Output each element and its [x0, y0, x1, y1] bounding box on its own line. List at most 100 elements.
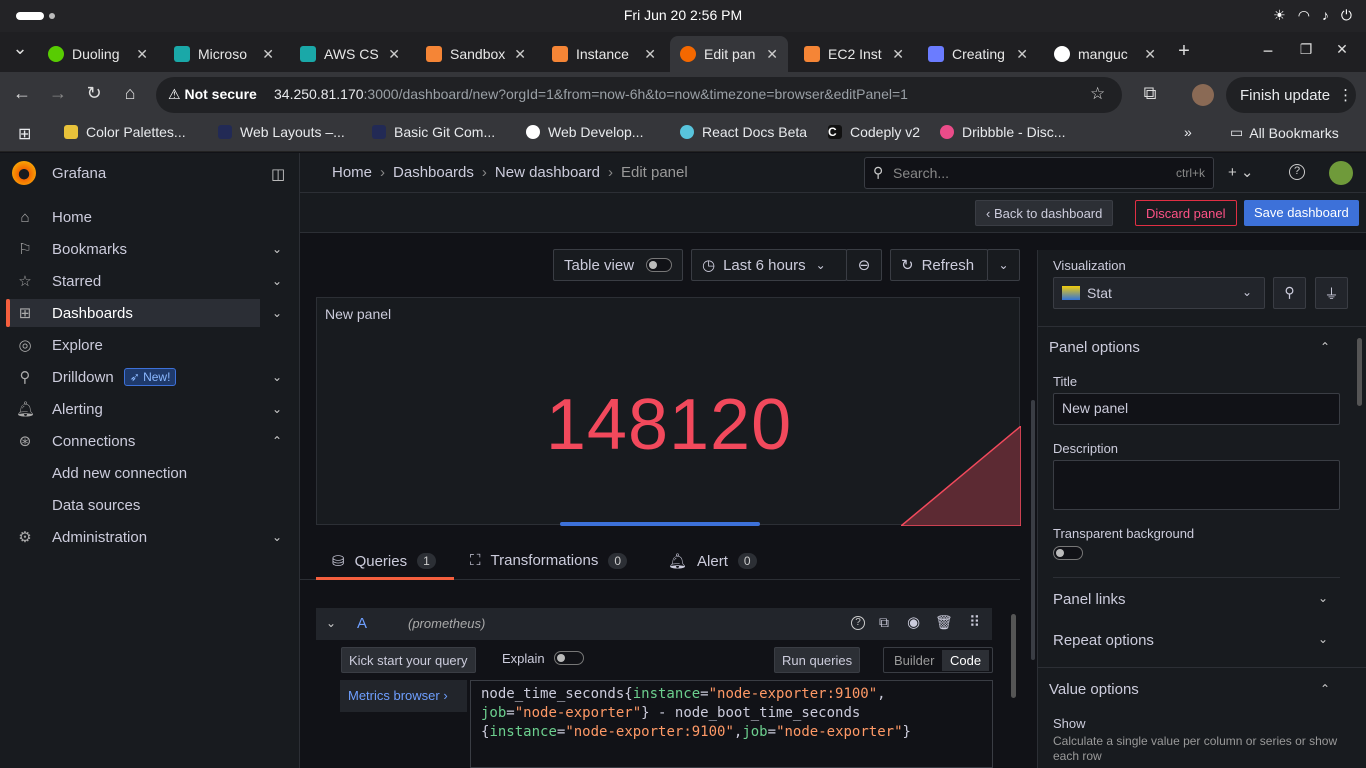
builder-mode-option[interactable]: Builder — [894, 653, 934, 668]
browser-tab[interactable]: Instance ✕ — [542, 36, 666, 72]
new-tab-plus-icon[interactable]: + — [1172, 40, 1196, 63]
nav-data-sources[interactable]: Data sources — [6, 491, 260, 519]
nav-home[interactable]: ⌂ Home — [6, 203, 260, 231]
browser-tab[interactable]: Duoling ✕ — [38, 36, 158, 72]
save-dashboard-button[interactable]: Save dashboard — [1244, 200, 1359, 226]
all-bookmarks-folder[interactable]: ▭ All Bookmarks — [1230, 124, 1339, 141]
bookmark-item[interactable]: Basic Git Com... — [372, 124, 495, 140]
close-icon[interactable]: ✕ — [388, 46, 400, 63]
chevron-down-icon[interactable]: ⌄ — [272, 402, 282, 416]
browser-tab[interactable]: AWS CS ✕ — [290, 36, 410, 72]
transparent-background-toggle[interactable] — [1053, 546, 1083, 560]
duplicate-icon[interactable]: ⧉ — [879, 614, 889, 631]
search-input[interactable]: ⚲ Search... ctrl+k — [864, 157, 1214, 189]
eye-icon[interactable]: ◉ — [907, 613, 920, 631]
help-icon[interactable]: ? — [1289, 164, 1305, 180]
tab-alert[interactable]: 🔔︎ Alert 0 — [668, 552, 757, 570]
browser-tab[interactable]: Sandbox ✕ — [416, 36, 536, 72]
breadcrumb-new-dashboard[interactable]: New dashboard — [495, 164, 600, 181]
table-view-toggle[interactable]: Table view — [553, 249, 683, 281]
nav-starred[interactable]: ☆ Starred — [6, 267, 260, 295]
close-icon[interactable]: ✕ — [892, 46, 904, 63]
close-icon[interactable]: ✕ — [262, 46, 274, 63]
bookmark-star-icon[interactable]: ☆ — [1090, 84, 1105, 104]
promql-code-editor[interactable]: node_time_seconds{instance="node-exporte… — [470, 680, 993, 768]
chevron-down-icon[interactable]: ⌄ — [272, 306, 282, 320]
nav-add-new-connection[interactable]: Add new connection — [6, 459, 260, 487]
system-tray[interactable]: ☀ ◠ ♪ ⏻ — [1273, 7, 1352, 24]
refresh-interval-dropdown[interactable]: ⌄ — [987, 249, 1020, 281]
add-new-plus-icon[interactable]: + ⌄ — [1228, 163, 1254, 181]
description-textarea[interactable] — [1053, 460, 1340, 510]
bookmark-item[interactable]: Web Layouts –... — [218, 124, 345, 140]
home-icon[interactable]: ⌂ — [118, 83, 142, 104]
tab-search-icon[interactable]: ⌄ — [8, 38, 32, 59]
browser-tab-active[interactable]: Edit pan ✕ — [670, 36, 788, 72]
chevron-up-icon[interactable]: ⌃ — [272, 434, 282, 448]
chevron-down-icon[interactable]: ⌄ — [1318, 591, 1328, 605]
value-options-header[interactable]: Value options — [1049, 681, 1139, 698]
nav-drilldown[interactable]: ⚲ Drilldown ➶ New! — [6, 363, 260, 391]
toggle-switch[interactable] — [646, 258, 672, 272]
query-ref-id[interactable]: A — [357, 615, 367, 632]
close-icon[interactable]: ✕ — [1144, 46, 1156, 63]
browser-tab[interactable]: Microso ✕ — [164, 36, 284, 72]
url-text[interactable]: 34.250.81.170:3000/dashboard/new?orgId=1… — [274, 86, 908, 102]
bookmark-item[interactable]: React Docs Beta — [680, 124, 807, 140]
reload-icon[interactable]: ↻ — [82, 83, 106, 104]
chevron-up-icon[interactable]: ⌃ — [1320, 682, 1330, 696]
nav-bookmarks[interactable]: ⚐ Bookmarks — [6, 235, 260, 263]
window-close-icon[interactable]: ✕ — [1330, 41, 1354, 58]
options-scrollbar[interactable] — [1357, 338, 1362, 406]
bookmark-item[interactable]: C Codeply v2 — [828, 124, 920, 140]
close-icon[interactable]: ✕ — [136, 46, 148, 63]
close-icon[interactable]: ✕ — [514, 46, 526, 63]
kebab-menu-icon[interactable]: ⋮ — [1338, 87, 1353, 104]
chevron-down-icon[interactable]: ⌄ — [272, 242, 282, 256]
repeat-options-header[interactable]: Repeat options — [1053, 632, 1154, 649]
chevron-down-icon[interactable]: ⌄ — [272, 370, 282, 384]
breadcrumb-home[interactable]: Home — [332, 164, 372, 181]
kick-start-query-button[interactable]: Kick start your query — [341, 647, 476, 673]
zoom-out-button[interactable]: ⊖ — [846, 249, 882, 281]
time-range-picker[interactable]: ◷ Last 6 hours ⌄ — [691, 249, 847, 281]
run-queries-button[interactable]: Run queries — [774, 647, 861, 673]
not-secure-indicator[interactable]: ⚠ Not secure — [168, 86, 257, 103]
bookmark-item[interactable]: Dribbble - Disc... — [940, 124, 1065, 140]
title-input[interactable]: New panel — [1053, 393, 1340, 425]
nav-explore[interactable]: ◎ Explore — [6, 331, 260, 359]
forward-arrow-icon[interactable]: → — [46, 83, 70, 104]
panel-options-header[interactable]: Panel options — [1049, 339, 1140, 356]
bookmark-item[interactable]: Web Develop... — [526, 124, 643, 140]
breadcrumb-dashboards[interactable]: Dashboards — [393, 164, 474, 181]
panel-links-header[interactable]: Panel links — [1053, 591, 1126, 608]
nav-dashboards[interactable]: ⊞ Dashboards — [6, 299, 260, 327]
query-row-header[interactable]: ⌄ A (prometheus) ? ⧉ ◉ 🗑︎ ⠿ — [316, 608, 992, 640]
explain-toggle[interactable] — [554, 651, 584, 665]
more-bookmarks-icon[interactable]: » — [1184, 124, 1192, 140]
nav-administration[interactable]: ⚙ Administration — [6, 523, 260, 551]
discard-panel-button[interactable]: Discard panel — [1135, 200, 1237, 226]
address-bar[interactable]: ⚠ Not secure 34.250.81.170:3000/dashboar… — [156, 77, 1122, 113]
browser-tab[interactable]: manguc ✕ — [1044, 36, 1166, 72]
profile-avatar[interactable] — [1192, 84, 1214, 106]
tab-queries[interactable]: ⛁ Queries 1 — [332, 552, 436, 570]
help-icon[interactable]: ? — [851, 616, 865, 630]
visualization-picker[interactable]: Stat ⌄ — [1053, 277, 1265, 309]
query-scrollbar[interactable] — [1011, 580, 1019, 768]
chevron-down-icon[interactable]: ⌄ — [272, 274, 282, 288]
chevron-down-icon[interactable]: ⌄ — [272, 530, 282, 544]
apps-grid-icon[interactable]: ⊞ — [18, 124, 31, 144]
chevron-down-icon[interactable]: ⌄ — [1318, 632, 1328, 646]
maximize-icon[interactable]: ❐ — [1294, 41, 1318, 58]
chevron-up-icon[interactable]: ⌃ — [1320, 340, 1330, 354]
search-options-button[interactable]: ⚲ — [1273, 277, 1306, 309]
extensions-icon[interactable]: ⧉ — [1138, 83, 1162, 104]
nav-connections[interactable]: ⊛ Connections — [6, 427, 260, 455]
user-avatar[interactable] — [1329, 161, 1353, 185]
close-icon[interactable]: ✕ — [644, 46, 656, 63]
browser-tab[interactable]: Creating ✕ — [918, 36, 1038, 72]
system-clock[interactable]: Fri Jun 20 2:56 PM — [0, 7, 1366, 23]
tab-transformations[interactable]: ⛶ Transformations 0 — [470, 552, 628, 569]
minimize-icon[interactable]: − — [1256, 41, 1280, 62]
